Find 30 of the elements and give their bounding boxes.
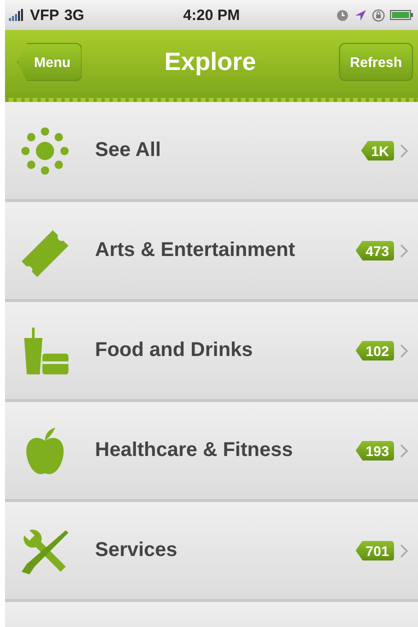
network-type: 3G bbox=[64, 6, 84, 24]
category-row[interactable]: Services 701 bbox=[5, 502, 418, 602]
clock-icon bbox=[336, 8, 349, 22]
category-label: Healthcare & Fitness bbox=[95, 439, 294, 462]
carrier-name: VFP bbox=[30, 6, 60, 24]
signal-icon bbox=[9, 9, 25, 21]
battery-icon bbox=[390, 9, 414, 21]
category-row[interactable]: Arts & Entertainment 473 bbox=[5, 202, 418, 302]
count-tag: 473 bbox=[356, 240, 394, 260]
chevron-icon bbox=[400, 444, 408, 458]
count-tag: 701 bbox=[356, 540, 394, 560]
category-row[interactable]: Food and Drinks 102 bbox=[5, 302, 418, 402]
location-arrow-icon bbox=[354, 8, 367, 22]
category-row[interactable]: See All 1K bbox=[5, 102, 418, 202]
chevron-icon bbox=[400, 144, 408, 158]
category-label: Services bbox=[95, 539, 178, 562]
count-tag: 1K bbox=[361, 140, 394, 160]
count-tag: 102 bbox=[356, 340, 394, 360]
category-row[interactable]: Healthcare & Fitness 193 bbox=[5, 402, 418, 502]
clock-time: 4:20 PM bbox=[183, 6, 240, 24]
category-label: See All bbox=[95, 139, 162, 162]
dots-icon bbox=[19, 124, 71, 176]
chevron-icon bbox=[400, 244, 408, 258]
count-tag: 193 bbox=[356, 440, 394, 460]
rotation-lock-icon bbox=[372, 8, 385, 22]
chevron-icon bbox=[400, 344, 408, 358]
screen-title: Explore bbox=[164, 48, 256, 76]
category-label: Food and Drinks bbox=[95, 339, 254, 362]
chevron-icon bbox=[400, 544, 408, 558]
category-label: Arts & Entertainment bbox=[95, 239, 296, 262]
